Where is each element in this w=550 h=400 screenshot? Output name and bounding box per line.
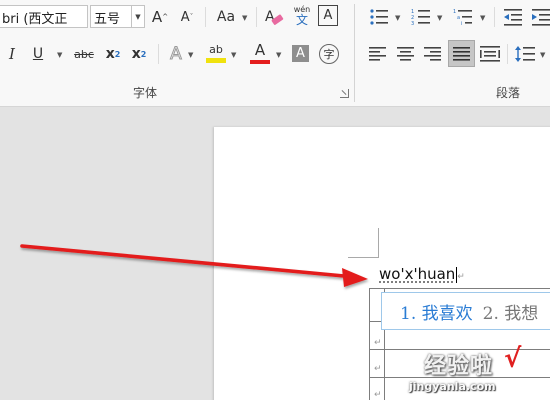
document-line[interactable]: wo'x'huan ↵ [379,265,465,283]
cell-end-mark: ↵ [374,390,382,400]
strikethrough-button[interactable]: abc [70,43,98,65]
underline-label: U [32,46,44,62]
align-left-button[interactable] [367,43,389,65]
change-case-button[interactable]: Aa [212,6,240,28]
underline-dropdown-icon[interactable]: ▼ [57,51,62,59]
watermark-check-icon: √ [504,344,522,374]
shrink-font-label: A [180,9,190,25]
italic-button[interactable]: I [3,43,21,65]
phonetic-guide-button[interactable]: wén 文 [291,3,313,29]
increase-indent-icon [532,9,550,26]
margin-corner-mark [378,228,379,258]
ime-composition-text: wo'x'huan [379,265,456,283]
align-right-icon [424,47,441,61]
strikethrough-label: abc [74,47,94,61]
highlight-color-bar [206,58,226,63]
font-group-label: 字体 [133,86,158,100]
enclose-characters-label: 字 [323,48,335,61]
margin-corner-mark [348,257,379,258]
highlight-button[interactable]: ab [204,41,228,65]
svg-text:1: 1 [453,9,456,15]
distributed-button[interactable] [479,43,501,65]
group-divider [354,4,355,102]
svg-text:a: a [457,15,460,21]
bullets-dropdown-icon[interactable]: ▼ [395,14,400,22]
subscript-button[interactable]: x2 [102,43,124,65]
font-name-field[interactable]: bri (西文正 [0,5,88,28]
bullets-icon [370,9,388,25]
change-case-dropdown-icon[interactable]: ▼ [242,14,247,22]
clear-formatting-button[interactable]: A [262,5,286,29]
cell-end-mark: ↵ [374,364,382,374]
subscript-sub: 2 [114,49,121,59]
align-right-button[interactable] [422,43,444,65]
enclose-characters-button[interactable]: 字 [319,44,339,64]
multilevel-list-icon: 1 a i [453,9,472,26]
svg-text:3: 3 [411,21,414,26]
align-center-button[interactable] [395,43,417,65]
ime-candidate[interactable]: 2. 我想 [483,299,539,324]
superscript-button[interactable]: x2 [128,43,150,65]
subscript-label: x [105,46,115,62]
line-spacing-icon [515,46,535,62]
character-shading-label: A [296,46,305,61]
superscript-label: x [131,46,141,62]
font-size-field[interactable]: 五号 [90,5,132,28]
shrink-font-button[interactable]: Aˇ [176,6,198,28]
ime-candidate-window: 1. 我喜欢 2. 我想 [381,292,550,330]
character-border-label: A [323,8,333,23]
text-effects-label: A [170,44,183,65]
ime-candidate[interactable]: 1. 我喜欢 [400,299,473,324]
font-dialog-launcher-icon[interactable] [340,89,349,98]
decrease-indent-icon [504,9,522,26]
grow-font-button[interactable]: A ^ [149,6,171,28]
paragraph-mark: ↵ [457,272,465,282]
font-color-dropdown-icon[interactable]: ▼ [276,51,281,59]
character-border-button[interactable]: A [318,5,338,26]
bullets-button[interactable] [368,6,390,28]
highlight-dropdown-icon[interactable]: ▼ [231,51,236,59]
paragraph-group-label: 段落 [496,86,521,100]
highlight-label: ab [209,43,223,56]
distributed-icon [480,46,500,62]
align-center-icon [397,47,414,61]
divider [205,7,206,27]
font-color-button[interactable]: A [248,41,272,65]
justify-button[interactable] [448,40,475,67]
italic-label: I [9,45,15,63]
divider [507,44,508,64]
underline-button[interactable]: U [28,43,48,65]
clear-formatting-icon: A [265,9,284,25]
line-spacing-dropdown-icon[interactable]: ▼ [540,51,545,59]
ribbon: bri (西文正 五号 ▼ A ^ Aˇ Aa ▼ A wén 文 A I U ▼… [0,0,550,107]
text-effects-button[interactable]: A [165,43,187,65]
align-left-icon [369,47,386,61]
change-case-label: Aa [216,9,236,25]
divider [494,7,495,27]
grow-font-label: A [151,8,163,26]
font-color-label: A [254,40,266,59]
justify-icon [452,46,470,61]
watermark-text: 经验啦 [424,354,494,379]
line-spacing-button[interactable] [514,43,536,65]
multilevel-list-button[interactable]: 1 a i [452,6,474,28]
phonetic-guide-bottom: 文 [295,13,308,27]
multilevel-list-dropdown-icon[interactable]: ▼ [480,14,485,22]
increase-indent-button[interactable] [530,6,550,28]
svg-text:i: i [461,21,462,26]
divider [256,7,257,27]
divider [158,44,159,64]
font-color-bar [250,59,270,64]
superscript-sup: 2 [140,49,147,59]
text-effects-dropdown-icon[interactable]: ▼ [188,51,193,59]
numbering-button[interactable]: 1 2 3 [410,6,432,28]
numbering-dropdown-icon[interactable]: ▼ [437,14,442,22]
watermark-url: jingyanla.com [409,380,496,393]
font-size-dropdown-icon[interactable]: ▼ [132,5,145,28]
numbering-icon: 1 2 3 [411,9,430,26]
decrease-indent-button[interactable] [502,6,524,28]
character-shading-button[interactable]: A [292,45,309,62]
watermark: 经验啦 √ jingyanla.com [402,344,550,400]
cell-end-mark: ↵ [374,338,382,348]
